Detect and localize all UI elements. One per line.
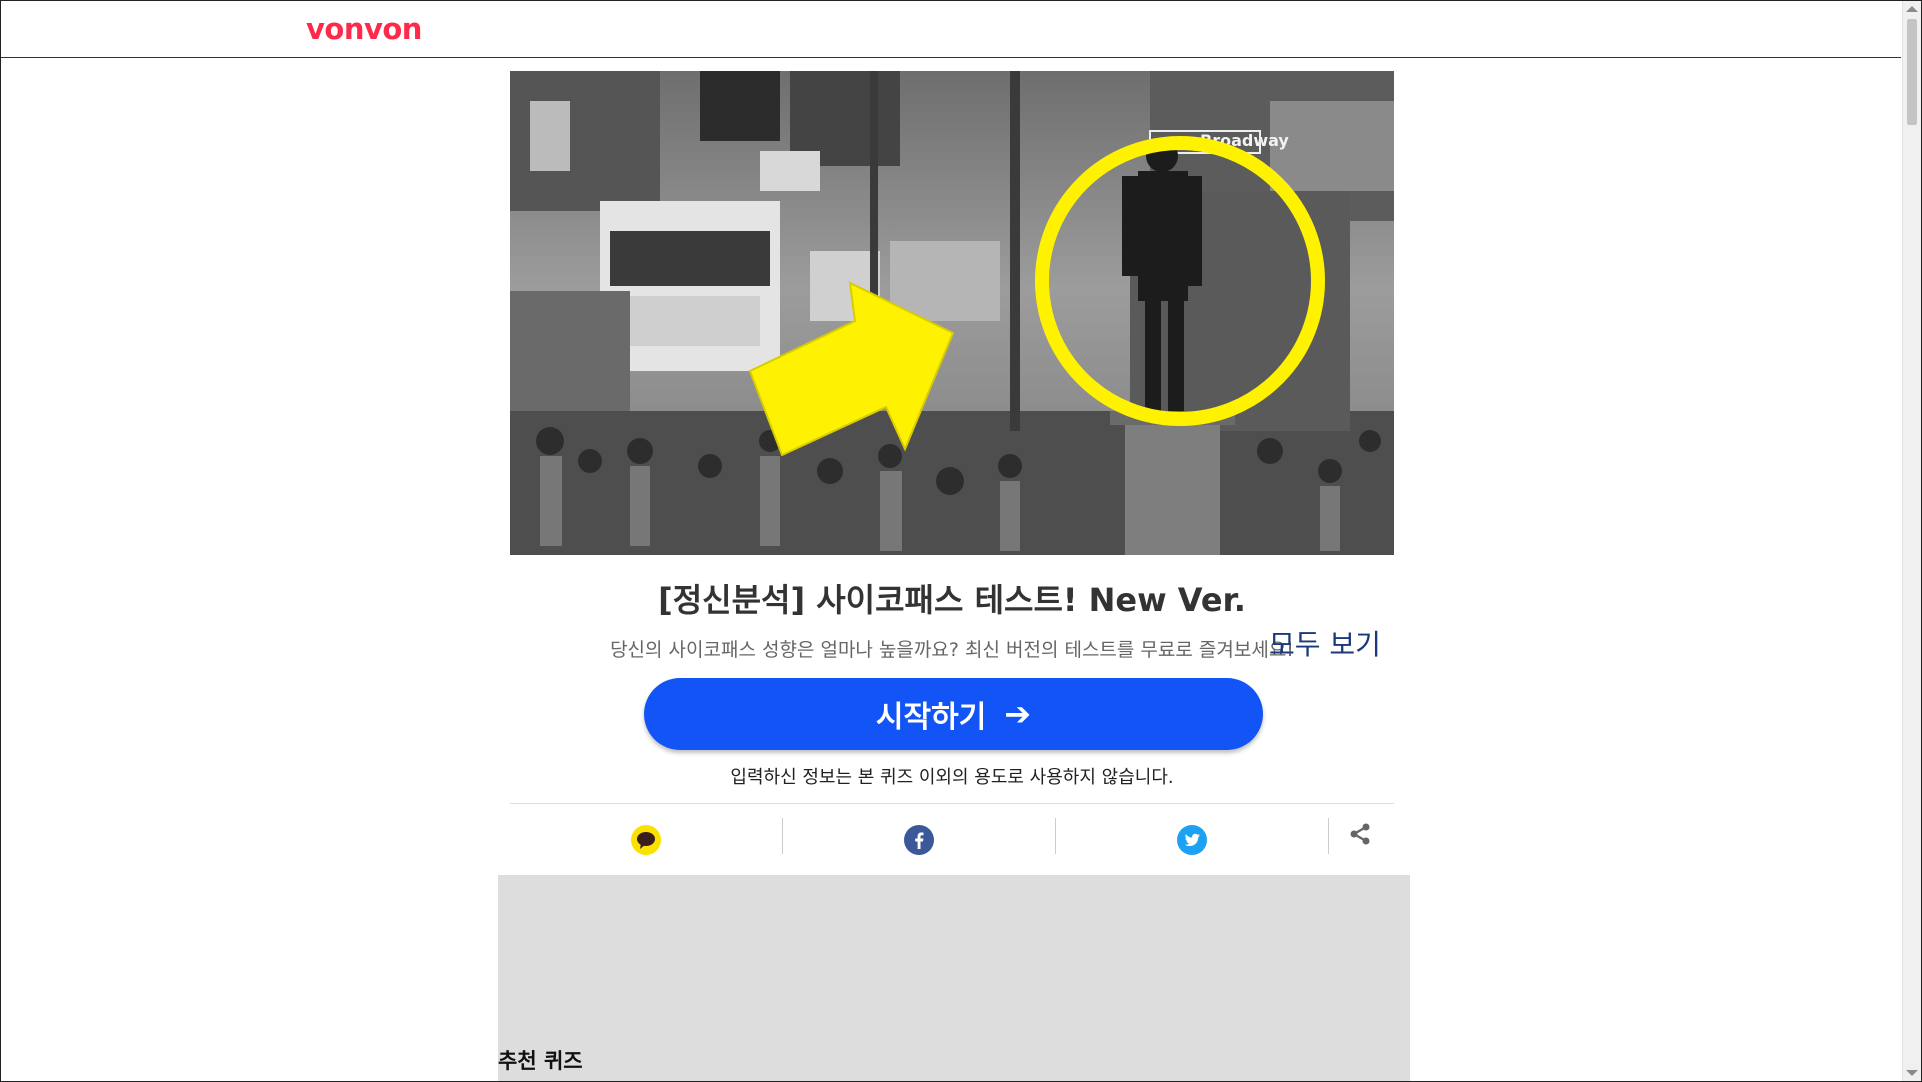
start-button[interactable]: 시작하기 ➔ <box>644 678 1263 750</box>
share-icon <box>1350 823 1370 845</box>
start-button-label: 시작하기 <box>875 700 987 735</box>
view-all-link[interactable]: 모두 보기 <box>1269 623 1381 663</box>
share-kakaotalk-button[interactable] <box>510 804 782 876</box>
kakaotalk-icon <box>631 825 661 855</box>
privacy-notice: 입력하신 정보는 본 퀴즈 이외의 용도로 사용하지 않습니다. <box>730 767 1174 788</box>
vertical-scrollbar[interactable] <box>1902 1 1921 1081</box>
scroll-down-arrow-icon[interactable] <box>1906 1070 1918 1076</box>
scroll-up-arrow-icon[interactable] <box>1906 6 1918 12</box>
ad-placeholder <box>498 875 1410 1081</box>
site-header: vonvon <box>1 1 1901 58</box>
share-twitter-button[interactable] <box>1056 804 1328 876</box>
scrollbar-thumb[interactable] <box>1907 19 1917 125</box>
vonvon-logo[interactable]: vonvon <box>306 12 422 46</box>
share-bar <box>510 803 1394 876</box>
share-more-button[interactable] <box>1326 804 1394 864</box>
quiz-title: [정신분석] 사이코패스 테스트! New Ver. <box>658 581 1246 619</box>
browser-viewport: vonvon Broadway [정신분석] 사이코패스 테스트! New Ve… <box>0 0 1922 1082</box>
facebook-icon <box>904 825 934 855</box>
recommended-quizzes-heading: 추천 퀴즈 <box>498 1049 583 1073</box>
arrow-right-icon: ➔ <box>1004 695 1032 733</box>
quiz-description: 당신의 사이코패스 성향은 얼마나 높을까요? 최신 버전의 테스트를 무료로 … <box>610 639 1294 661</box>
twitter-icon <box>1177 825 1207 855</box>
quiz-hero-image: Broadway <box>510 71 1394 555</box>
share-facebook-button[interactable] <box>783 804 1055 876</box>
